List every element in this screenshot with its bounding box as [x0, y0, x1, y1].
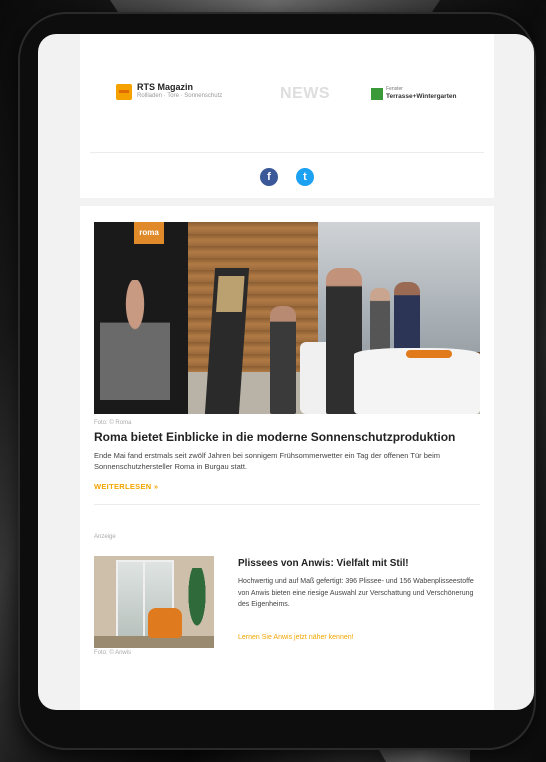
ad-image-caption: Foto: © Anwis — [94, 650, 132, 656]
facebook-icon[interactable]: f — [260, 168, 278, 186]
rts-logo-subtitle: Rollladen · Tore · Sonnenschutz — [137, 93, 223, 99]
article-headline[interactable]: Roma bietet Einblicke in die moderne Son… — [94, 430, 480, 445]
newsletter-header: RTS Magazin Rollladen · Tore · Sonnensch… — [80, 34, 494, 198]
newsletter-screen[interactable]: RTS Magazin Rollladen · Tore · Sonnensch… — [38, 34, 534, 710]
divider — [94, 504, 480, 505]
ad-text: Hochwertig und auf Maß gefertigt: 396 Pl… — [238, 578, 474, 608]
roma-sign: roma — [134, 222, 164, 244]
tw-logo-icon — [371, 88, 383, 100]
rts-logo-icon — [116, 84, 132, 100]
read-more-link[interactable]: WEITERLESEN » — [94, 482, 158, 491]
article-image-caption: Foto: © Roma — [94, 420, 132, 426]
article-image[interactable]: roma — [94, 222, 480, 414]
news-label: NEWS — [280, 85, 330, 102]
ad-title[interactable]: Plissees von Anwis: Vielfalt mit Stil! — [238, 558, 478, 569]
ad-link[interactable]: Lernen Sie Anwis jetzt näher kennen! — [238, 634, 354, 641]
brand-row: RTS Magazin Rollladen · Tore · Sonnensch… — [80, 82, 494, 106]
rts-logo-title: RTS Magazin — [137, 82, 194, 92]
newsletter-content: roma Foto: © Roma Roma bietet Einblicke … — [80, 206, 494, 710]
tw-logo-small: Fenster — [386, 86, 403, 92]
divider — [90, 152, 484, 153]
ad-image[interactable] — [94, 556, 214, 648]
tw-logo-title: Terrasse+Wintergarten — [386, 93, 457, 100]
article-teaser: Ende Mai fand erstmals seit zwölf Jahren… — [94, 451, 441, 471]
ad-label: Anzeige — [94, 534, 116, 540]
twitter-icon[interactable]: t — [296, 168, 314, 186]
